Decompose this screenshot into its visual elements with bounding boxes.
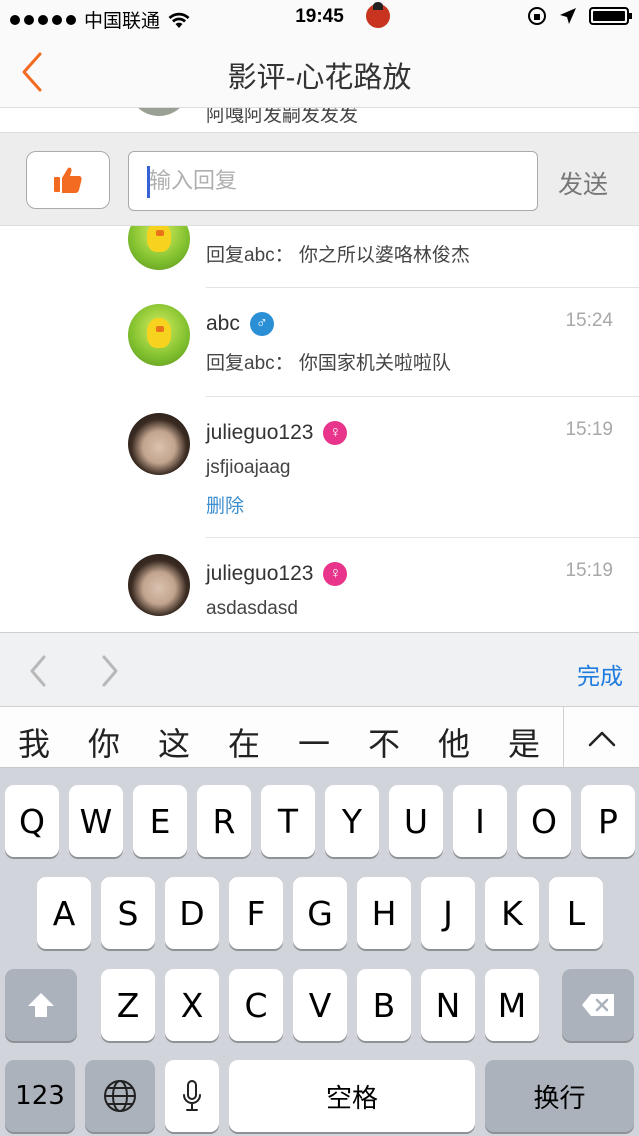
key-c[interactable]: C <box>229 969 283 1041</box>
location-icon <box>560 8 576 24</box>
return-key[interactable]: 换行 <box>485 1060 634 1132</box>
list-item: julieguo123 ♀ 15:19 asdasdasd <box>0 538 639 632</box>
key-a[interactable]: A <box>37 877 91 949</box>
key-d[interactable]: D <box>165 877 219 949</box>
avatar[interactable] <box>128 554 190 616</box>
key-e[interactable]: E <box>133 785 187 857</box>
battery-icon <box>589 7 632 25</box>
comment-time: 15:24 <box>565 310 613 331</box>
microphone-icon <box>183 1080 201 1111</box>
text-caret <box>147 166 150 198</box>
comment-content: 回复abc： 你国家机关啦啦队 <box>206 353 451 374</box>
done-button[interactable]: 完成 <box>577 657 623 691</box>
nav-bar: 影评-心花路放 <box>0 36 639 108</box>
shift-icon <box>28 993 54 1017</box>
next-field-button[interactable] <box>94 651 124 691</box>
key-m[interactable]: M <box>485 969 539 1041</box>
comment-content: asdasdasd <box>206 598 298 619</box>
ladybug-icon <box>366 2 390 28</box>
delete-link[interactable]: 删除 <box>206 491 244 518</box>
candidate-word[interactable]: 一 <box>298 719 330 765</box>
globe-key[interactable] <box>85 1060 155 1132</box>
female-icon: ♀ <box>323 562 348 586</box>
key-i[interactable]: I <box>453 785 507 857</box>
list-item: julieguo123 ♀ 15:19 jsfjioajaag 删除 <box>0 397 639 537</box>
key-n[interactable]: N <box>421 969 475 1041</box>
comment-content: 阿嘎阿发嗣发发发 <box>206 108 359 126</box>
list-item: abc ♂ 15:24 回复abc： 你国家机关啦啦队 <box>0 288 639 396</box>
reply-input[interactable] <box>129 152 537 210</box>
key-j[interactable]: J <box>421 877 475 949</box>
globe-icon <box>104 1080 136 1112</box>
candidate-word[interactable]: 不 <box>368 719 400 765</box>
key-u[interactable]: U <box>389 785 443 857</box>
delete-key[interactable] <box>562 969 634 1041</box>
numbers-key[interactable]: 123 <box>5 1060 75 1132</box>
candidate-word[interactable]: 是 <box>508 719 540 765</box>
key-g[interactable]: G <box>293 877 347 949</box>
key-p[interactable]: P <box>581 785 635 857</box>
page-title: 影评-心花路放 <box>227 62 412 94</box>
keyboard-accessory-bar: 完成 <box>0 632 639 706</box>
reply-bar: 发送 <box>0 132 639 226</box>
author-name[interactable]: abc <box>206 312 240 336</box>
like-button[interactable] <box>26 151 110 209</box>
key-o[interactable]: O <box>517 785 571 857</box>
comment-content: 回复abc： 你之所以婆咯林俊杰 <box>206 245 470 266</box>
female-icon: ♀ <box>323 421 348 445</box>
key-f[interactable]: F <box>229 877 283 949</box>
comment-time: 15:19 <box>565 419 613 440</box>
rotation-lock-icon <box>528 7 546 25</box>
space-key[interactable]: 空格 <box>229 1060 475 1132</box>
candidate-word[interactable]: 这 <box>158 719 190 765</box>
avatar[interactable] <box>128 108 190 116</box>
key-h[interactable]: H <box>357 877 411 949</box>
avatar[interactable] <box>128 413 190 475</box>
key-y[interactable]: Y <box>325 785 379 857</box>
expand-candidates-button[interactable] <box>563 707 639 769</box>
comment-list[interactable]: 阿嘎阿发嗣发发发 发送 回复abc： 你之所以婆咯林俊杰 abc ♂ 15:24… <box>0 108 639 632</box>
key-l[interactable]: L <box>549 877 603 949</box>
comment-author: julieguo123 ♀ <box>206 562 348 586</box>
author-name[interactable]: julieguo123 <box>206 421 313 445</box>
keyboard: Q W E R T Y U I O P A S D F G H J K L Z … <box>0 768 639 1136</box>
microphone-key[interactable] <box>165 1060 219 1132</box>
thumbs-up-icon <box>54 167 82 193</box>
key-q[interactable]: Q <box>5 785 59 857</box>
send-button[interactable]: 发送 <box>558 165 608 201</box>
candidate-word[interactable]: 我 <box>18 719 50 765</box>
status-bar: 中国联通 19:45 <box>0 0 639 36</box>
candidate-word[interactable]: 他 <box>438 719 470 765</box>
list-item: 阿嘎阿发嗣发发发 <box>0 108 639 132</box>
key-s[interactable]: S <box>101 877 155 949</box>
key-t[interactable]: T <box>261 785 315 857</box>
comment-author: abc ♂ <box>206 312 274 336</box>
key-x[interactable]: X <box>165 969 219 1041</box>
key-w[interactable]: W <box>69 785 123 857</box>
reply-input-field[interactable] <box>128 151 538 211</box>
male-icon: ♂ <box>249 312 274 336</box>
comment-author: julieguo123 ♀ <box>206 421 348 445</box>
backspace-icon <box>582 994 614 1016</box>
candidate-word[interactable]: 在 <box>228 719 260 765</box>
shift-key[interactable] <box>5 969 77 1041</box>
candidate-word[interactable]: 你 <box>88 719 120 765</box>
key-v[interactable]: V <box>293 969 347 1041</box>
key-k[interactable]: K <box>485 877 539 949</box>
candidate-bar: 我 你 这 在 一 不 他 是 <box>0 706 639 769</box>
comment-time: 15:19 <box>565 560 613 581</box>
status-right <box>527 6 632 26</box>
chevron-up-icon <box>588 731 615 747</box>
key-r[interactable]: R <box>197 785 251 857</box>
previous-field-button[interactable] <box>24 651 54 691</box>
author-name[interactable]: julieguo123 <box>206 562 313 586</box>
comment-content: jsfjioajaag <box>206 457 291 478</box>
avatar[interactable] <box>128 304 190 366</box>
key-z[interactable]: Z <box>101 969 155 1041</box>
key-b[interactable]: B <box>357 969 411 1041</box>
